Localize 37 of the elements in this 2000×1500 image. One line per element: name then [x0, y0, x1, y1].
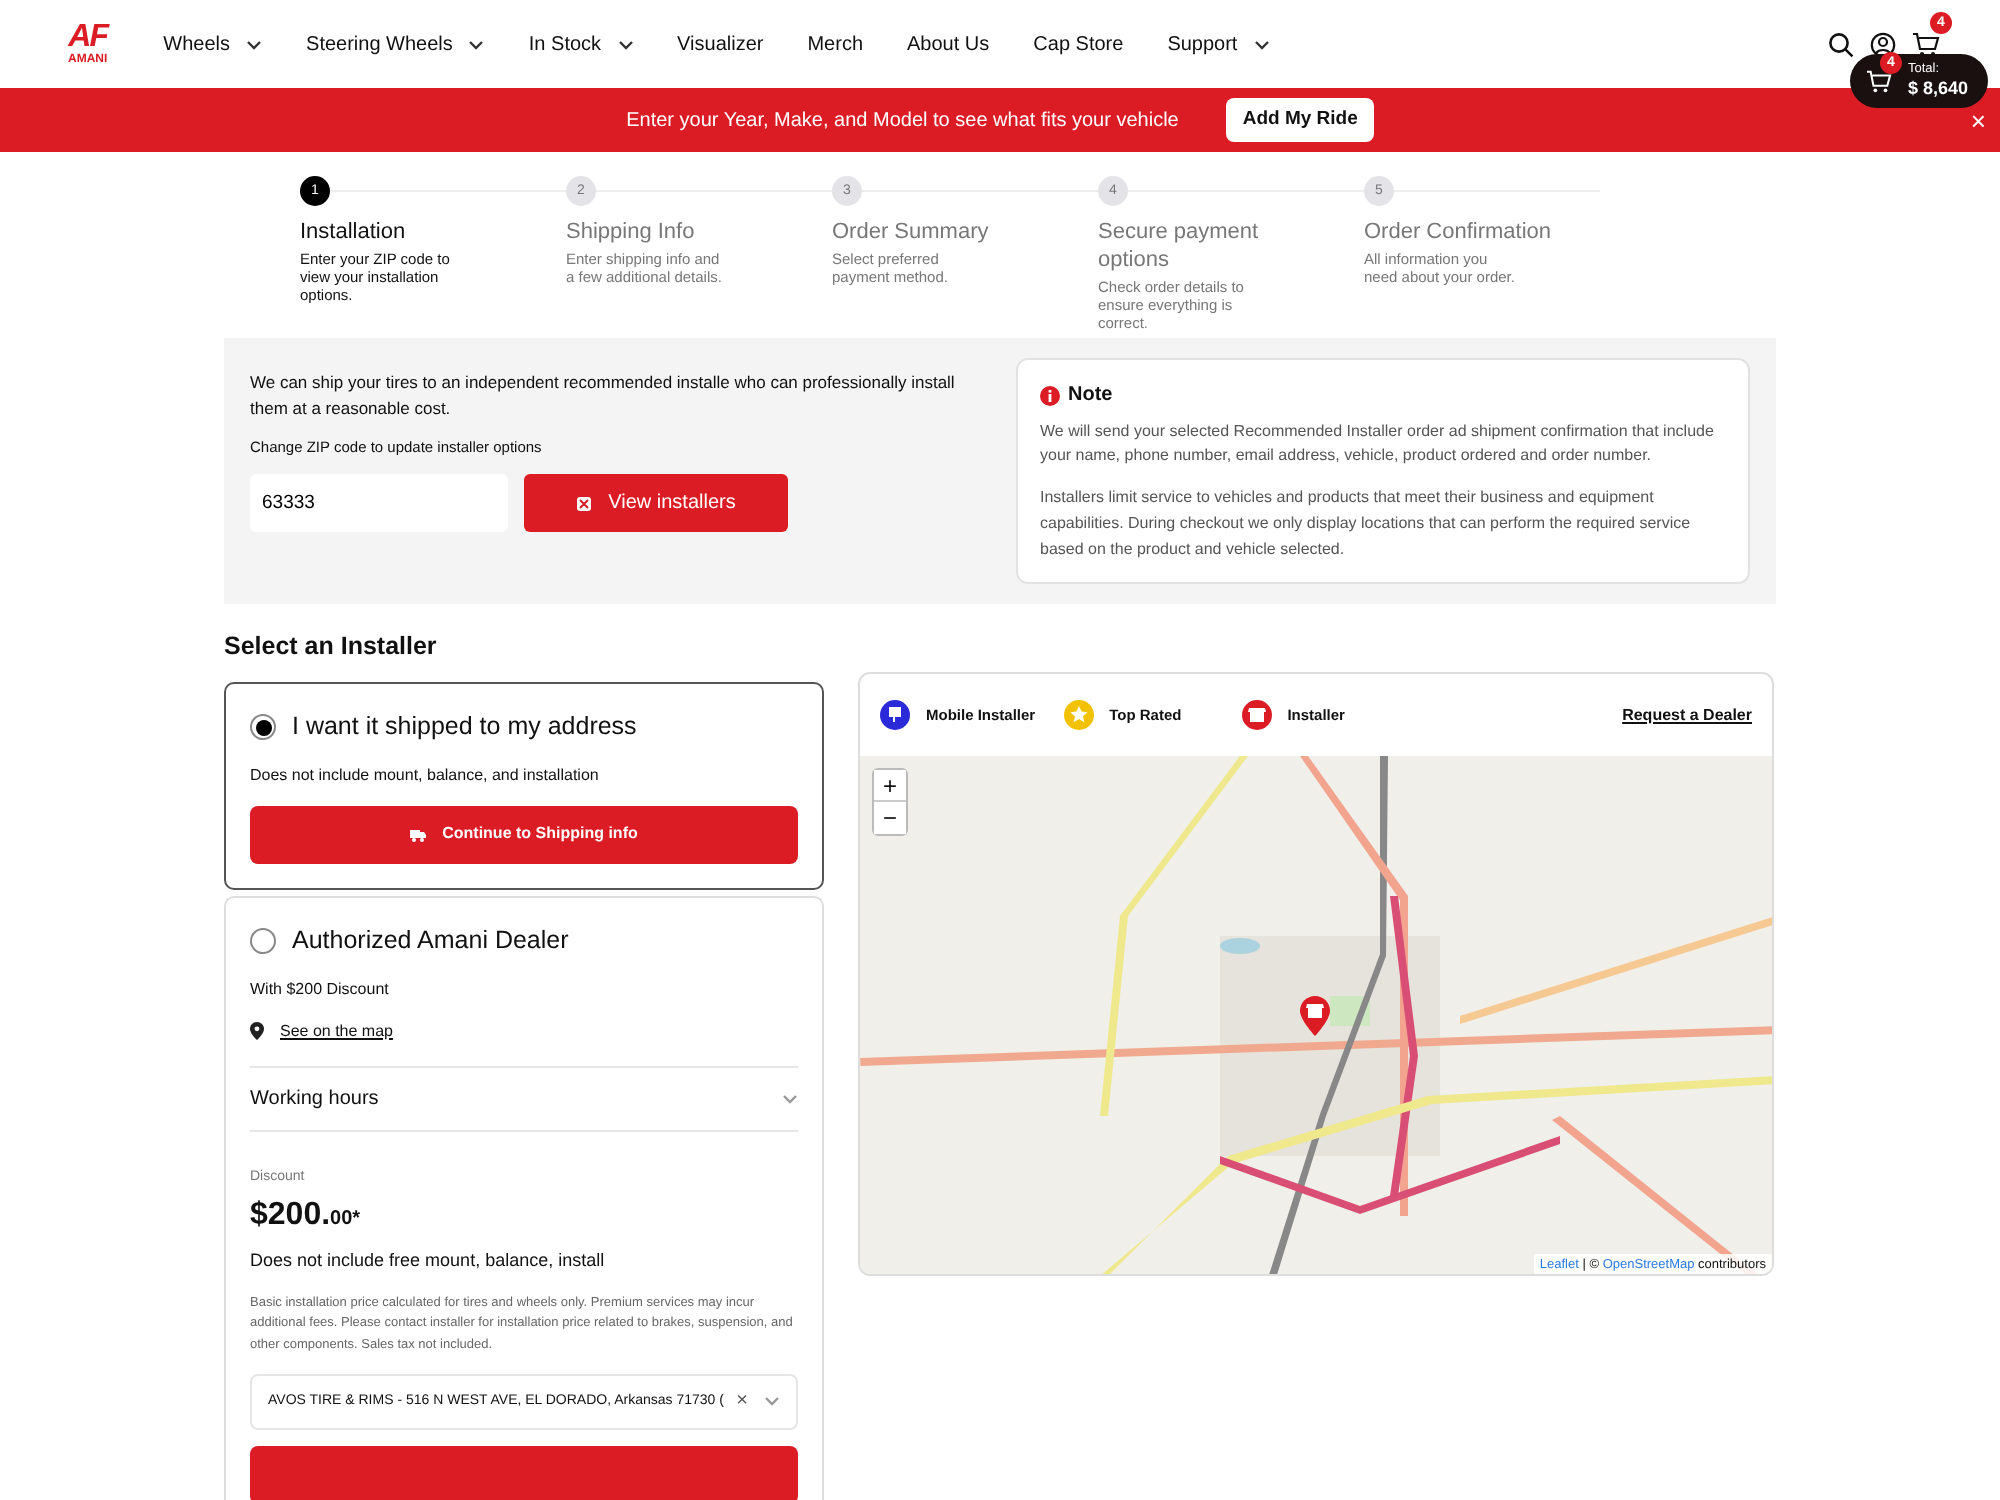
nav-link[interactable]: Cap Store — [1033, 29, 1124, 59]
section-title: Select an Installer — [224, 630, 439, 665]
continue-button[interactable]: Continue to Shipping info — [250, 805, 798, 864]
note-title: Note — [1068, 381, 1113, 409]
nav-link[interactable]: Wheels — [163, 29, 263, 59]
intro-text: We can ship your tires to an independent recommended installe who can professionally install them at a reasonable cost. — [250, 369, 957, 422]
total-value: $ 8,640 — [1907, 77, 1968, 100]
option-card[interactable]: I want it shipped to my address Does not include mount, balance, and installation Continue to Shipping info — [224, 682, 824, 890]
add-ride-button[interactable]: Add My Ride — [1226, 97, 1374, 143]
step-title: Installation — [300, 220, 408, 248]
request-dealer-link[interactable]: Request a Dealer — [1622, 703, 1752, 728]
step-title: Shipping Info — [566, 220, 697, 248]
nav-link[interactable]: Steering Wheels — [306, 29, 485, 59]
nav-link[interactable]: About Us — [907, 29, 990, 59]
nav-link[interactable]: In Stock — [528, 29, 634, 59]
close-button[interactable]: × — [1970, 112, 1986, 131]
option-title: I want it shipped to my address — [292, 710, 637, 745]
zip-field[interactable]: 63333 — [250, 474, 508, 533]
working-hours-toggle[interactable]: Working hours — [250, 1065, 798, 1132]
zoom-in-button[interactable]: + — [874, 770, 906, 803]
banner-text: Enter your Year, Make, and Model to see what fits your vehicle — [626, 107, 1179, 135]
option-subtitle: Does not include mount, balance, and installation — [250, 763, 601, 788]
map-link[interactable]: See on the map — [280, 1019, 393, 1044]
option-subtitle: With $200 Discount — [250, 977, 391, 1002]
view-installers-button[interactable]: View installers — [524, 474, 788, 533]
note-text: Installers limit service to vehicles and products that meet their business and equipment capabilities. During checkout we only display locations that can perform the required service based on the product and vehicle selected. — [1040, 486, 1693, 562]
option-title: Authorized Amani Dealer — [292, 923, 569, 958]
step-title: Order Confirmation — [1364, 220, 1554, 248]
note-text: We will send your selected Recommended Installer order ad shipment confirmation that include your name, phone number, email address, vehicle, product ordered and order number. — [1040, 419, 1716, 469]
clear-button[interactable]: × — [736, 1386, 748, 1417]
nav-link[interactable]: Support — [1167, 29, 1270, 59]
step-title: Secure payment options — [1098, 220, 1261, 275]
price-note: Does not include free mount, balance, install — [250, 1248, 607, 1275]
nav-link[interactable]: Merch — [807, 29, 864, 59]
nav-link[interactable]: Visualizer — [677, 29, 764, 59]
step-title: Order Summary — [832, 220, 991, 248]
price: $200.00* — [250, 1196, 363, 1237]
